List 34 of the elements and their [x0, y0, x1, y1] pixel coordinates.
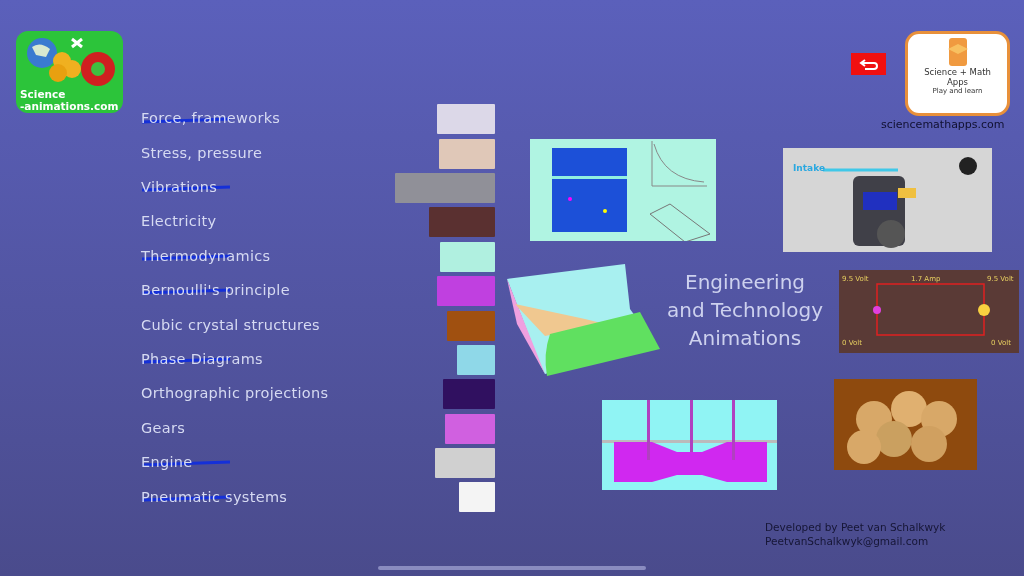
- thumbnail-picture[interactable]: [439, 138, 495, 169]
- apps-logo-text: Apps: [945, 77, 969, 87]
- title-text: Engineering and Technology Animations: [666, 269, 824, 352]
- logo-text: Science: [20, 87, 66, 102]
- thumbnail-picture[interactable]: [445, 413, 495, 444]
- topic-link[interactable]: Engine: [141, 452, 193, 474]
- topic-link[interactable]: Gears: [141, 417, 186, 440]
- topic-link[interactable]: Stress, pressure: [141, 142, 263, 165]
- intake-label: Intake: [793, 162, 825, 175]
- back-button[interactable]: [851, 53, 886, 75]
- thumbnail-picture[interactable]: [395, 172, 495, 203]
- topic-link[interactable]: Pneumatic systems: [141, 486, 288, 509]
- thumbnail-picture[interactable]: [429, 207, 495, 238]
- thumbnail-picture[interactable]: [437, 104, 495, 135]
- topic-link[interactable]: Bernoulli's principle: [141, 280, 290, 302]
- website-text: sciencemathapps.com: [881, 117, 1005, 133]
- topic-link[interactable]: Vibrations: [141, 177, 217, 199]
- topic-link[interactable]: Force, frameworks: [141, 108, 281, 131]
- topic-link[interactable]: Phase Diagrams: [141, 349, 263, 371]
- credits-text: Developed by Peet van Schalkwyk PeetvanSchalkwyk@gmail.com: [765, 520, 946, 548]
- thumbnail-picture[interactable]: [440, 241, 495, 272]
- thumbnail-picture[interactable]: [443, 379, 495, 410]
- apps-logo-text: Science + Math: [923, 67, 992, 77]
- topic-link[interactable]: Thermodynamics: [141, 245, 271, 268]
- thumbnail-picture[interactable]: [459, 482, 495, 513]
- thumbnail-picture[interactable]: [457, 344, 495, 375]
- thumbnail-picture[interactable]: [435, 448, 495, 479]
- logo-text: -animations.com: [20, 99, 119, 113]
- topic-link[interactable]: Cubic crystal structures: [141, 314, 320, 337]
- thumbnail-picture[interactable]: [437, 276, 495, 307]
- thumbnail-picture[interactable]: [447, 310, 495, 341]
- topic-link[interactable]: Orthographic projections: [141, 383, 329, 406]
- topic-link[interactable]: Electricity: [141, 211, 217, 234]
- return-arrow-icon: [858, 58, 879, 70]
